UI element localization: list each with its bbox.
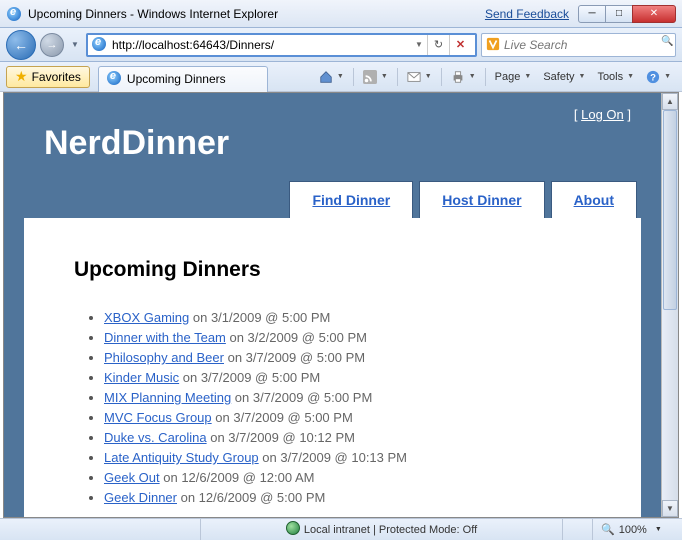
dinner-item: Geek Dinner on 12/6/2009 @ 5:00 PM (104, 490, 605, 505)
help-button[interactable]: ? ▼ (641, 66, 676, 88)
print-icon (451, 70, 465, 84)
dinner-item: Philosophy and Beer on 3/7/2009 @ 5:00 P… (104, 350, 605, 365)
vertical-scrollbar[interactable]: ▲ ▼ (661, 93, 678, 517)
dinner-item: Late Antiquity Study Group on 3/7/2009 @… (104, 450, 605, 465)
scroll-down-button[interactable]: ▼ (662, 500, 678, 517)
favorites-label: Favorites (32, 70, 81, 84)
zone-text: Local intranet | Protected Mode: Off (304, 524, 477, 536)
scroll-up-button[interactable]: ▲ (662, 93, 678, 110)
tab-strip: Upcoming Dinners (98, 62, 268, 92)
dinner-item: Kinder Music on 3/7/2009 @ 5:00 PM (104, 370, 605, 385)
site-title: NerdDinner (44, 124, 641, 163)
address-bar[interactable]: ▼ ↻ ✕ (86, 33, 477, 57)
close-button[interactable]: ✕ (632, 5, 676, 23)
ie-favicon (6, 6, 22, 22)
status-left (0, 519, 200, 540)
dinner-link[interactable]: Late Antiquity Study Group (104, 450, 259, 465)
dinner-when: on 3/1/2009 @ 5:00 PM (189, 310, 330, 325)
navigation-bar: ← → ▼ ▼ ↻ ✕ 🔍 (0, 28, 682, 62)
stop-button[interactable]: ✕ (449, 35, 471, 55)
zoom-control[interactable]: 🔍 100% ▼ (592, 519, 682, 540)
page-menu[interactable]: Page▼ (490, 66, 537, 88)
dinner-when: on 3/7/2009 @ 10:12 PM (207, 430, 355, 445)
dinner-link[interactable]: Philosophy and Beer (104, 350, 224, 365)
url-dropdown[interactable]: ▼ (411, 40, 427, 49)
rss-icon (363, 70, 377, 84)
dinner-list: XBOX Gaming on 3/1/2009 @ 5:00 PM Dinner … (74, 310, 605, 505)
logon-link[interactable]: Log On (581, 107, 624, 122)
dinner-link[interactable]: MIX Planning Meeting (104, 390, 231, 405)
favorites-button[interactable]: ★ Favorites (6, 66, 90, 88)
dinner-when: on 3/7/2009 @ 5:00 PM (179, 370, 320, 385)
dinner-when: on 12/6/2009 @ 12:00 AM (160, 470, 315, 485)
dinner-item: XBOX Gaming on 3/1/2009 @ 5:00 PM (104, 310, 605, 325)
dinner-link[interactable]: XBOX Gaming (104, 310, 189, 325)
dinner-link[interactable]: Kinder Music (104, 370, 179, 385)
status-gap (562, 519, 592, 540)
dinner-item: Geek Out on 12/6/2009 @ 12:00 AM (104, 470, 605, 485)
search-input[interactable] (504, 35, 661, 55)
page-favicon (92, 37, 108, 53)
dinner-when: on 3/2/2009 @ 5:00 PM (226, 330, 367, 345)
maximize-button[interactable]: □ (605, 5, 633, 23)
print-button[interactable]: ▼ (446, 66, 481, 88)
search-go-button[interactable]: 🔍 (661, 36, 673, 54)
security-zone[interactable]: Local intranet | Protected Mode: Off (200, 519, 562, 540)
mail-icon (407, 70, 421, 84)
about-tab[interactable]: About (551, 181, 637, 218)
back-button[interactable]: ← (6, 30, 36, 60)
refresh-button[interactable]: ↻ (427, 35, 449, 55)
page-heading: Upcoming Dinners (74, 258, 605, 282)
mail-button[interactable]: ▼ (402, 66, 437, 88)
star-icon: ★ (15, 68, 28, 85)
zoom-dropdown-icon: ▼ (655, 526, 662, 533)
dinner-when: on 3/7/2009 @ 5:00 PM (231, 390, 372, 405)
viewport: [ Log On ] NerdDinner Find Dinner Host D… (3, 92, 679, 518)
main-content: Upcoming Dinners XBOX Gaming on 3/1/2009… (24, 218, 641, 517)
svg-text:?: ? (650, 72, 656, 83)
intranet-icon (286, 521, 300, 538)
window-title: Upcoming Dinners - Windows Internet Expl… (28, 7, 485, 21)
search-provider-icon (486, 37, 500, 53)
tab-favicon (107, 71, 121, 88)
dinner-item: Duke vs. Carolina on 3/7/2009 @ 10:12 PM (104, 430, 605, 445)
site-nav: Find Dinner Host Dinner About (24, 181, 641, 218)
host-dinner-tab[interactable]: Host Dinner (419, 181, 544, 218)
zoom-icon: 🔍 (601, 523, 615, 536)
dinner-item: MVC Focus Group on 3/7/2009 @ 5:00 PM (104, 410, 605, 425)
dinner-link[interactable]: Duke vs. Carolina (104, 430, 207, 445)
dinner-when: on 12/6/2009 @ 5:00 PM (177, 490, 325, 505)
feeds-button[interactable]: ▼ (358, 66, 393, 88)
tab-title: Upcoming Dinners (127, 72, 226, 86)
home-icon (319, 70, 333, 84)
forward-button[interactable]: → (40, 33, 64, 57)
dinner-link[interactable]: Geek Out (104, 470, 160, 485)
dinner-link[interactable]: MVC Focus Group (104, 410, 212, 425)
dinner-link[interactable]: Geek Dinner (104, 490, 177, 505)
help-icon: ? (646, 70, 660, 84)
search-box[interactable]: 🔍 (481, 33, 676, 57)
status-bar: Local intranet | Protected Mode: Off 🔍 1… (0, 518, 682, 540)
safety-menu[interactable]: Safety▼ (538, 66, 590, 88)
command-bar: ★ Favorites Upcoming Dinners ▼ ▼ ▼ ▼ Pag… (0, 62, 682, 92)
dinner-item: Dinner with the Team on 3/2/2009 @ 5:00 … (104, 330, 605, 345)
page-content: [ Log On ] NerdDinner Find Dinner Host D… (4, 93, 661, 517)
dinner-item: MIX Planning Meeting on 3/7/2009 @ 5:00 … (104, 390, 605, 405)
dinner-link[interactable]: Dinner with the Team (104, 330, 226, 345)
tools-menu[interactable]: Tools▼ (592, 66, 639, 88)
home-button[interactable]: ▼ (314, 66, 349, 88)
scroll-thumb[interactable] (663, 110, 677, 310)
dinner-when: on 3/7/2009 @ 5:00 PM (224, 350, 365, 365)
zoom-value: 100% (619, 524, 647, 536)
send-feedback-link[interactable]: Send Feedback (485, 7, 569, 21)
find-dinner-tab[interactable]: Find Dinner (289, 181, 413, 218)
login-row: [ Log On ] (24, 107, 641, 122)
dinner-when: on 3/7/2009 @ 5:00 PM (212, 410, 353, 425)
url-input[interactable] (112, 35, 411, 55)
dinner-when: on 3/7/2009 @ 10:13 PM (259, 450, 407, 465)
browser-tab[interactable]: Upcoming Dinners (98, 66, 268, 92)
window-titlebar: Upcoming Dinners - Windows Internet Expl… (0, 0, 682, 28)
nav-history-dropdown[interactable]: ▼ (68, 33, 82, 57)
minimize-button[interactable]: ─ (578, 5, 606, 23)
